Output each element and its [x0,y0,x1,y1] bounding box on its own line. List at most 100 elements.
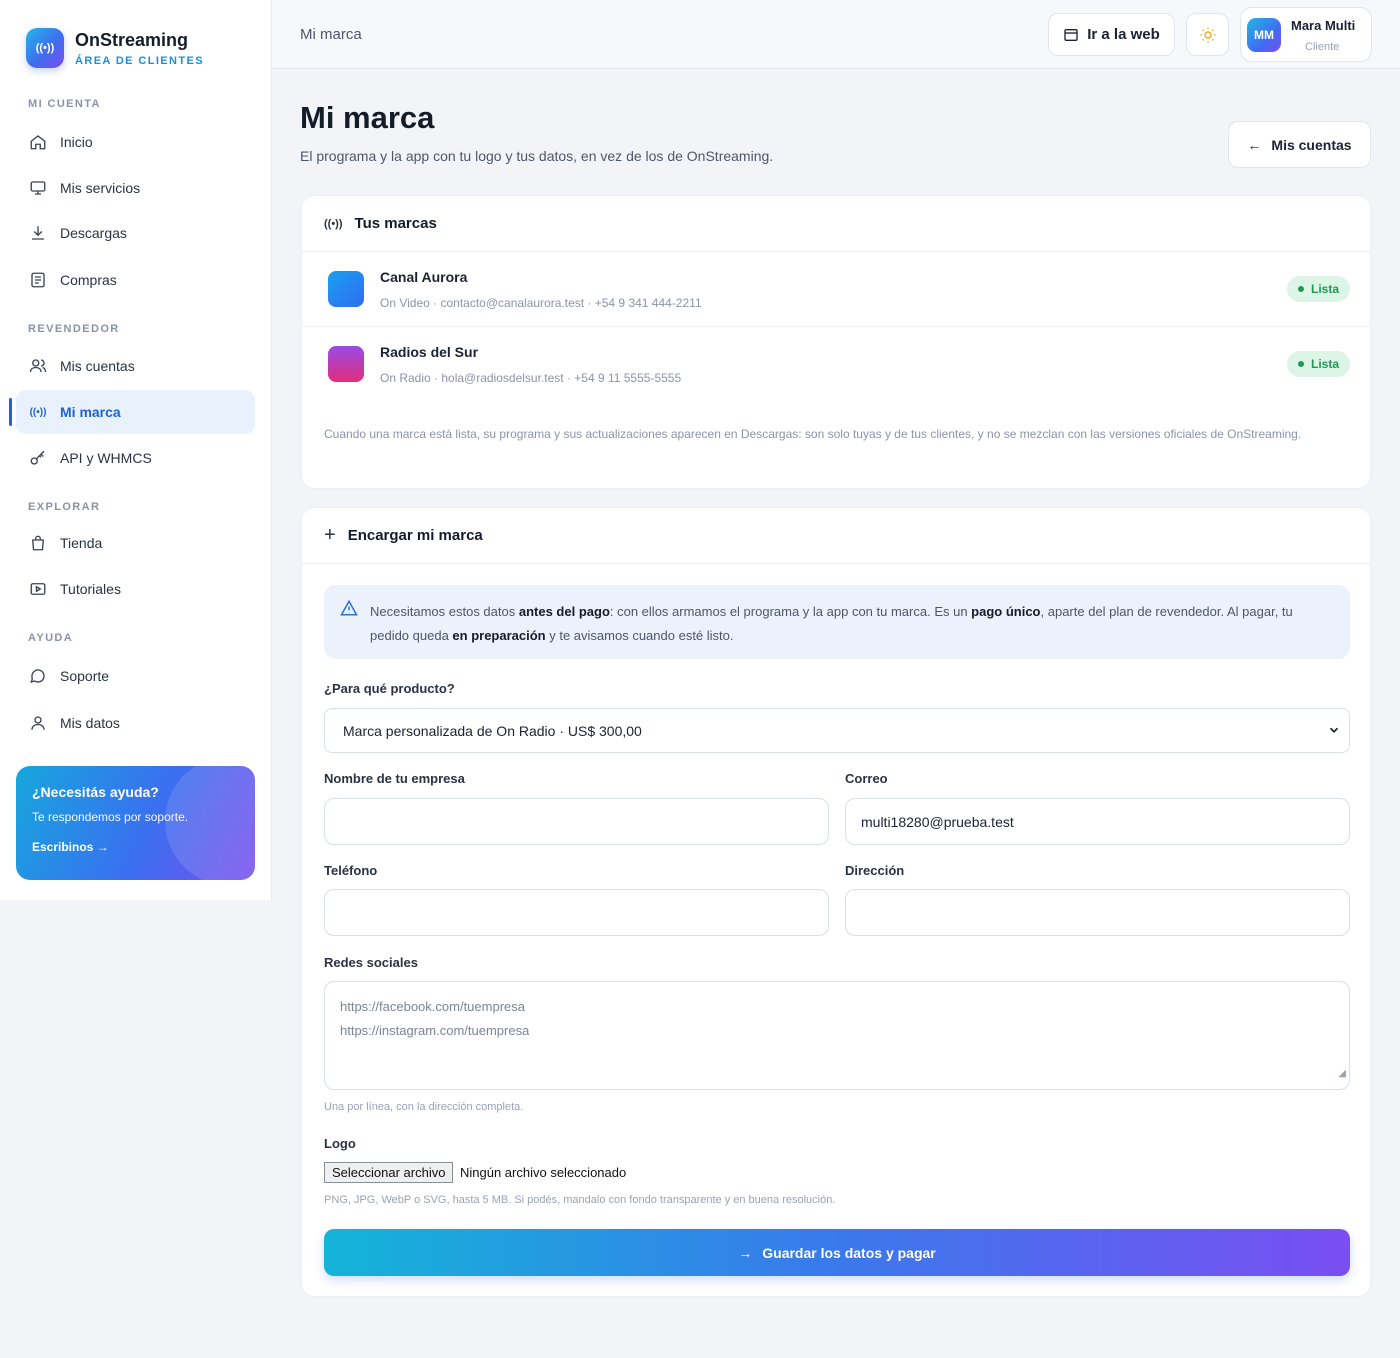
section-explorar: EXPLORAR [28,501,101,513]
plus-icon: + [324,524,336,546]
chat-icon [29,667,47,685]
info-text-1: Necesitamos estos datos [370,604,519,619]
brand[interactable]: ((•)) OnStreaming ÁREA DE CLIENTES [26,28,204,68]
brand-color-swatch [328,346,364,382]
sidebar-item-mis-servicios[interactable]: Mis servicios [16,166,255,210]
save-and-pay-label: Guardar los datos y pagar [762,1244,936,1261]
address-input[interactable] [845,889,1350,936]
topbar: Mi marca Ir a la web MM Mara Multi Clien… [272,0,1400,69]
section-mi-cuenta: MI CUENTA [28,98,101,110]
download-icon [29,224,47,242]
users-icon [29,357,47,375]
broadcast-icon: ((•)) [26,28,64,68]
product-select[interactable]: Marca personalizada de On Radio · US$ 30… [324,708,1350,753]
order-card: + Encargar mi marca Necesitamos estos da… [301,507,1371,1297]
social-label: Redes sociales [324,955,418,970]
info-text-4: y te avisamos cuando esté listo. [545,628,734,643]
sidebar-item-mis-cuentas[interactable]: Mis cuentas [16,344,255,388]
sidebar-item-tutoriales[interactable]: Tutoriales [16,567,255,611]
brands-card-header: ((•)) Tus marcas [302,196,1370,252]
sidebar-item-label: Tutoriales [60,581,121,597]
status-label: Lista [1310,282,1339,296]
save-and-pay-button[interactable]: → Guardar los datos y pagar [324,1229,1350,1276]
sidebar-item-compras[interactable]: Compras [16,258,255,302]
sidebar: ((•)) OnStreaming ÁREA DE CLIENTES MI CU… [0,0,272,900]
file-status: Ningún archivo seleccionado [460,1165,627,1180]
info-text-2: : con ellos armamos el programa y la app… [609,604,972,619]
logo-hint: PNG, JPG, WebP o SVG, hasta 5 MB. Si pod… [324,1194,836,1206]
page-title: Mi marca [300,100,435,135]
brand-row[interactable]: Canal Aurora On Video · contacto@canalau… [302,252,1372,327]
sidebar-item-label: Descargas [60,225,127,241]
sidebar-item-tienda[interactable]: Tienda [16,521,255,565]
sidebar-item-mis-datos[interactable]: Mis datos [16,701,255,745]
sidebar-item-label: Tienda [60,535,103,551]
order-card-header: + Encargar mi marca [302,508,1370,564]
phone-input[interactable] [324,889,829,936]
theme-toggle-button[interactable] [1186,13,1229,56]
breadcrumb: Mi marca [300,26,362,43]
warning-icon [340,599,358,625]
help-title: ¿Necesitás ayuda? [32,784,159,800]
sidebar-item-label: Soporte [60,668,110,684]
address-label: Dirección [845,863,905,878]
brand-subtitle: ÁREA DE CLIENTES [75,55,204,67]
status-badge: Lista [1286,276,1350,302]
sidebar-item-api-whmcs[interactable]: API y WHMCS [16,436,255,480]
company-input[interactable] [324,798,829,845]
social-textarea[interactable]: https://facebook.com/tuempresa https://i… [324,981,1350,1090]
chevron-down-icon [1327,723,1341,740]
info-bold-2: pago único [971,604,1041,619]
email-field-value: multi18280@prueba.test [861,813,1014,830]
sidebar-item-inicio[interactable]: Inicio [16,120,255,164]
status-dot [1297,361,1304,367]
user-name: Mara Multi [1291,18,1356,33]
page-description: El programa y la app con tu logo y tus d… [300,148,774,164]
product-select-value: Marca personalizada de On Radio · US$ 30… [343,722,642,739]
help-text: Te respondemos por soporte. [32,810,189,824]
info-bold-3: en preparación [452,628,546,643]
user-menu[interactable]: MM Mara Multi Cliente [1240,7,1372,62]
resize-handle-icon[interactable]: ◢ [1338,1062,1346,1086]
info-bold-1: antes del pago [518,604,610,619]
play-icon [29,580,47,598]
brand-color-swatch [328,271,364,307]
section-ayuda: AYUDA [28,632,74,644]
home-icon [29,133,47,151]
brand-row[interactable]: Radios del Sur On Radio · hola@radiosdel… [302,327,1372,402]
brand-name: OnStreaming [75,30,189,50]
user-icon [29,714,47,732]
go-to-web-button[interactable]: Ir a la web [1048,13,1175,56]
sidebar-item-label: Mis datos [60,715,120,731]
key-icon [29,449,47,467]
sidebar-item-label: Mis cuentas [60,358,135,374]
sidebar-item-soporte[interactable]: Soporte [16,654,255,698]
sidebar-item-descargas[interactable]: Descargas [16,211,255,255]
brands-note: Cuando una marca está lista, su programa… [324,427,1302,441]
brand-meta: On Radio · hola@radiosdelsur.test · +54 … [380,371,682,385]
status-badge: Lista [1286,351,1350,377]
social-placeholder-line-1: https://facebook.com/tuempresa [340,999,525,1014]
sun-icon [1200,27,1215,42]
sidebar-item-label: Mis servicios [60,180,141,196]
social-placeholder-line-2: https://instagram.com/tuempresa [340,1023,530,1038]
sidebar-item-label: Inicio [60,134,93,150]
active-indicator [9,398,12,426]
logo-label: Logo [324,1136,356,1151]
broadcast-icon: ((•)) [29,406,47,418]
product-label: ¿Para qué producto? [324,681,455,696]
status-dot [1297,286,1304,292]
brand-name: Radios del Sur [380,344,479,360]
sidebar-item-mi-marca[interactable]: ((•)) Mi marca [16,390,255,434]
browser-icon [1064,28,1078,41]
go-to-web-label: Ir a la web [1087,26,1160,43]
email-field[interactable]: multi18280@prueba.test [845,798,1350,845]
back-to-accounts-button[interactable]: ← Mis cuentas [1228,121,1371,168]
arrow-right-icon: → [738,1244,753,1261]
help-card: ¿Necesitás ayuda? Te respondemos por sop… [16,766,255,880]
arrow-left-icon: ← [1247,136,1262,153]
avatar: MM [1247,18,1281,52]
sidebar-item-label: Mi marca [60,404,121,420]
file-select-button[interactable]: Seleccionar archivo [324,1162,454,1183]
help-link[interactable]: Escribinos → [32,840,109,854]
